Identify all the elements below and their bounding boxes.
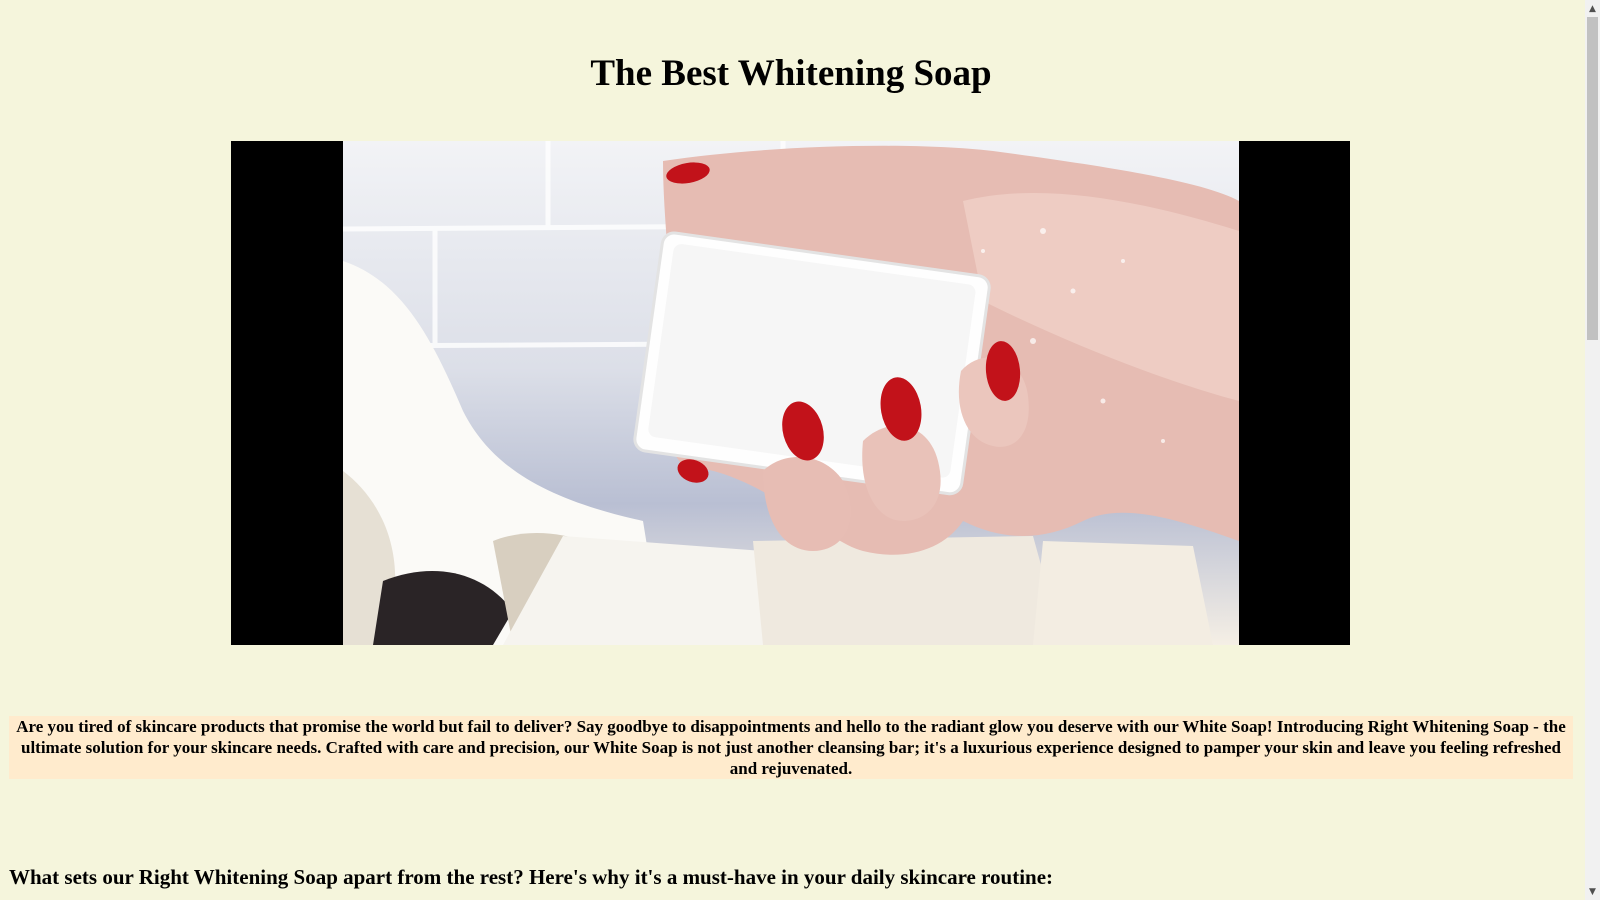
page-title: The Best Whitening Soap (590, 53, 992, 94)
scroll-down-arrow-icon[interactable]: ▼ (1585, 883, 1600, 900)
intro-paragraph: Are you tired of skincare products that … (9, 716, 1573, 779)
section-heading: What sets our Right Whitening Soap apart… (9, 865, 1054, 889)
product-video[interactable] (231, 141, 1350, 645)
scroll-up-arrow-icon[interactable]: ▲ (1585, 0, 1600, 17)
vertical-scrollbar[interactable]: ▲ ▼ (1585, 0, 1600, 900)
scrollbar-thumb[interactable] (1587, 17, 1598, 340)
video-frame-picture (343, 141, 1239, 645)
page: The Best Whitening Soap Are you tired of… (0, 0, 1585, 900)
soap-hand-illustration (343, 141, 1239, 645)
